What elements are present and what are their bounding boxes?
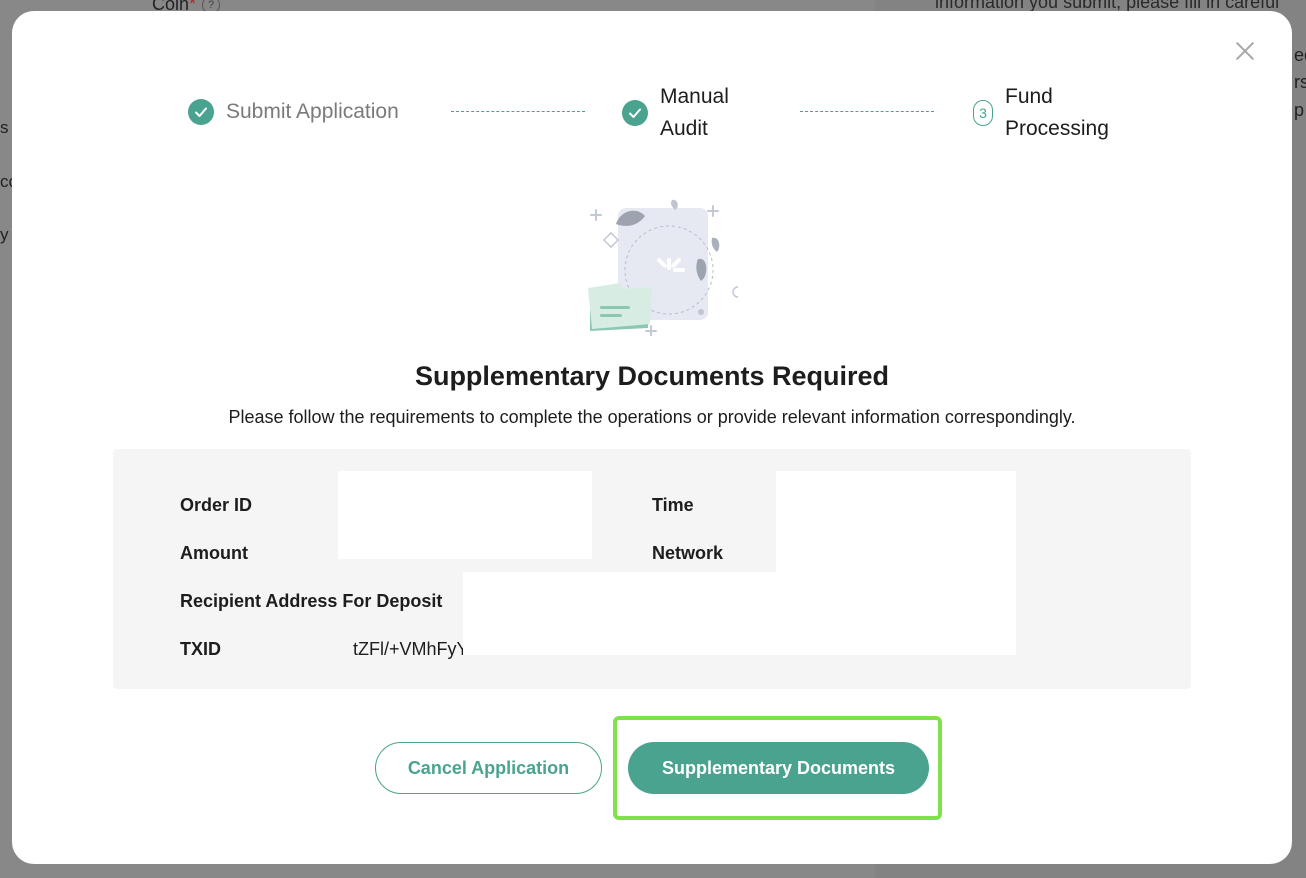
check-icon: [622, 100, 648, 126]
amount-label: Amount: [180, 543, 248, 563]
supplementary-documents-button[interactable]: Supplementary Documents: [628, 742, 929, 794]
step-fund-processing: 3 Fund Processing: [973, 81, 1125, 145]
cancel-application-button[interactable]: Cancel Application: [375, 742, 602, 794]
txid-value: tZFl/+VMhFyY: [353, 639, 465, 659]
order-id-label: Order ID: [180, 495, 253, 515]
recipient-address-label: Recipient Address For Deposit: [180, 591, 443, 611]
background-side-text: y: [0, 225, 9, 244]
txid-label: TXID: [180, 639, 222, 659]
background-right-fragment: p: [1294, 100, 1305, 120]
step-number-badge: 3: [973, 100, 993, 126]
step-label: Manual Audit: [660, 85, 729, 140]
background-side-text: s: [0, 118, 9, 137]
close-icon[interactable]: [1233, 39, 1257, 63]
background-right-fragment: ec: [1294, 45, 1306, 65]
step-label: Submit Application: [226, 100, 399, 123]
network-label: Network: [652, 543, 724, 563]
supplementary-documents-modal: Submit Application Manual Audit 3 Fund P…: [12, 11, 1292, 864]
step-connector: [451, 111, 585, 112]
time-network-value-redacted: [776, 471, 1016, 574]
address-value-redacted: [463, 572, 1016, 655]
background-right-fragment: rs: [1294, 72, 1306, 92]
modal-subtitle: Please follow the requirements to comple…: [228, 407, 1076, 427]
documents-illustration-icon: [588, 199, 738, 336]
step-connector: [800, 111, 934, 112]
modal-title: Supplementary Documents Required: [414, 361, 890, 391]
step-label: Fund Processing: [1005, 85, 1109, 140]
order-details-panel: Order ID Time Amount Network Recipient A…: [113, 449, 1191, 689]
time-label: Time: [652, 495, 694, 515]
order-id-value-redacted: [338, 471, 592, 559]
step-manual-audit: Manual Audit: [622, 81, 750, 145]
step-submit-application: Submit Application: [188, 96, 399, 128]
check-icon: [188, 99, 214, 125]
